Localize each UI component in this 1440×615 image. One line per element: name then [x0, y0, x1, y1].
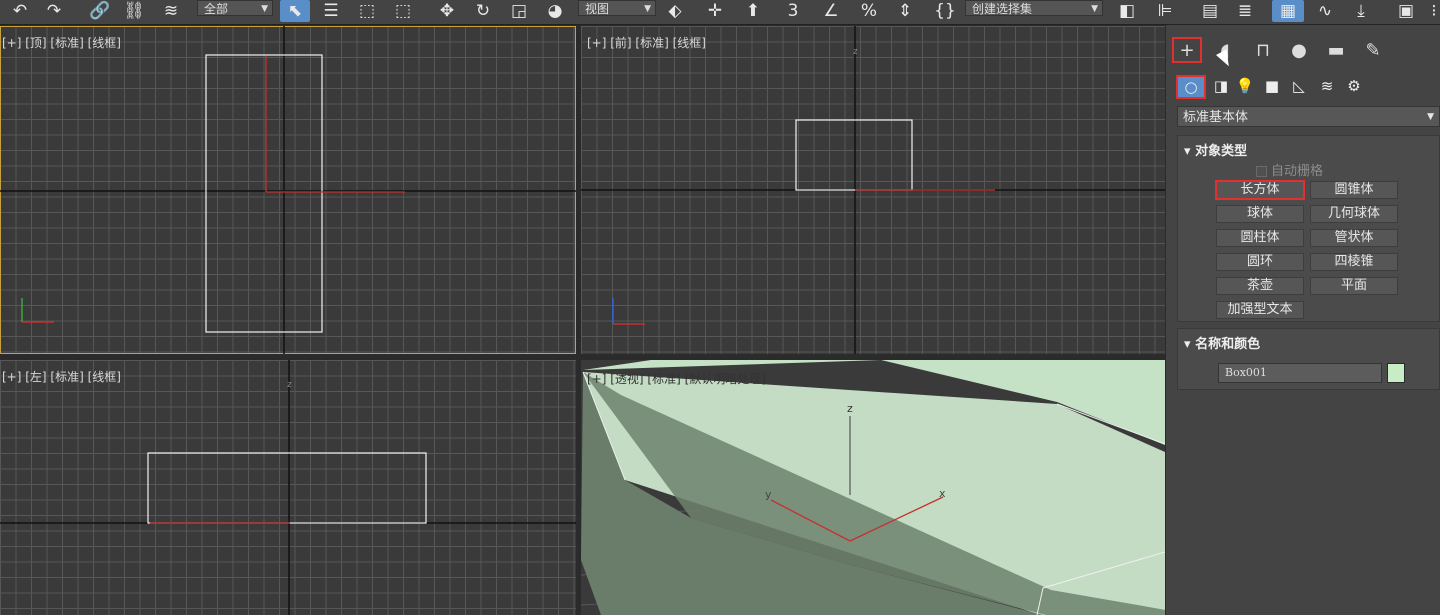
- layer-explorer-icon[interactable]: ▤: [1195, 0, 1225, 22]
- tube-button[interactable]: 管状体: [1310, 229, 1398, 247]
- box-outline-left: [147, 452, 427, 524]
- bind-spacewarp-icon[interactable]: ≋: [156, 0, 186, 22]
- more-icon[interactable]: ⁝: [1428, 0, 1440, 22]
- select-manipulate-icon[interactable]: ✛: [700, 0, 730, 22]
- layers-icon[interactable]: ≣: [1230, 0, 1260, 22]
- torus-button[interactable]: 圆环: [1216, 253, 1304, 271]
- object-type-rollout: ▾ 对象类型 自动栅格 长方体 圆锥体 球体 几何球体 圆柱体 管状体 圆环 四…: [1177, 135, 1440, 322]
- axis-z-label: z: [847, 402, 853, 415]
- create-tab-icon[interactable]: +: [1172, 37, 1202, 63]
- box-outline-front: [795, 119, 913, 191]
- object-color-swatch[interactable]: [1387, 363, 1405, 383]
- spacewarps-category-icon[interactable]: ≋: [1314, 75, 1340, 97]
- rollout-title[interactable]: ▾ 名称和颜色: [1184, 333, 1260, 352]
- viewport-perspective[interactable]: z y x [+] [透视] [标准] [默认明暗处理]: [581, 360, 1165, 615]
- geometry-category-icon[interactable]: ○: [1176, 75, 1206, 99]
- window-crossing-icon[interactable]: ⬚: [388, 0, 418, 22]
- viewport-left[interactable]: [+] [左] [标准] [线框] z: [0, 360, 576, 615]
- spinner-snap-icon[interactable]: ⇕: [890, 0, 920, 22]
- scale-icon[interactable]: ◲: [504, 0, 534, 22]
- schematic-view-icon[interactable]: ⤓: [1346, 0, 1376, 22]
- main-toolbar: ↶ ↷ 🔗 ⛓ ≋ 全部 ▼ ⬉ ☰ ⬚ ⬚ ✥ ↻ ◲ ◕ 视图 ▼ ⬖ ✛ ⬆ …: [0, 0, 1440, 25]
- ribbon-toggle-icon[interactable]: ▦: [1272, 0, 1304, 22]
- pyramid-button[interactable]: 四棱锥: [1310, 253, 1398, 271]
- reference-coordinate-dropdown[interactable]: 视图 ▼: [578, 0, 656, 16]
- angle-snap-icon[interactable]: ∠: [816, 0, 846, 22]
- viewport-top[interactable]: [+] [顶] [标准] [线框]: [0, 26, 576, 354]
- lights-category-icon[interactable]: 💡: [1232, 75, 1258, 97]
- plane-button[interactable]: 平面: [1310, 277, 1398, 295]
- box-outline-top: [205, 54, 323, 333]
- object-name-input[interactable]: Box001: [1218, 363, 1382, 383]
- curve-editor-icon[interactable]: ∿: [1310, 0, 1340, 22]
- sphere-button[interactable]: 球体: [1216, 205, 1304, 223]
- move-icon[interactable]: ✥: [432, 0, 462, 22]
- box-button[interactable]: 长方体: [1215, 180, 1305, 200]
- viewport-front[interactable]: [+] [前] [标准] [线框] z: [581, 26, 1165, 354]
- geosphere-button[interactable]: 几何球体: [1310, 205, 1398, 223]
- keyboard-shortcut-icon[interactable]: ⬆: [738, 0, 768, 22]
- helpers-category-icon[interactable]: ◺: [1286, 75, 1312, 97]
- name-color-rollout: ▾ 名称和颜色 Box001: [1177, 328, 1440, 390]
- redo-icon[interactable]: ↷: [40, 0, 68, 22]
- axis-y-label: y: [765, 488, 772, 501]
- textplus-button[interactable]: 加强型文本: [1216, 301, 1304, 319]
- cameras-category-icon[interactable]: ■: [1259, 75, 1285, 97]
- select-by-name-icon[interactable]: ☰: [316, 0, 346, 22]
- motion-tab-icon[interactable]: ●: [1284, 37, 1314, 63]
- cylinder-button[interactable]: 圆柱体: [1216, 229, 1304, 247]
- display-tab-icon[interactable]: ▬: [1321, 37, 1351, 63]
- place-icon[interactable]: ◕: [540, 0, 570, 22]
- cone-button[interactable]: 圆锥体: [1310, 181, 1398, 199]
- axis-z-label: z: [287, 380, 292, 390]
- axis-x-label: x: [939, 487, 946, 500]
- axis-z-label: z: [853, 47, 858, 57]
- link-icon[interactable]: 🔗: [86, 0, 114, 22]
- mirror-icon[interactable]: ◧: [1112, 0, 1142, 22]
- rotate-icon[interactable]: ↻: [468, 0, 498, 22]
- select-object-icon[interactable]: ⬉: [280, 0, 310, 22]
- selection-filter-dropdown[interactable]: 全部 ▼: [197, 0, 273, 16]
- undo-icon[interactable]: ↶: [6, 0, 34, 22]
- material-editor-icon[interactable]: ▣: [1390, 0, 1422, 22]
- command-panel: + ◖ ⊓ ● ▬ ✎ ○ ◨ 💡 ■ ◺ ≋ ⚙ 标准基本体 ▼ ▾ 对象类型 …: [1166, 25, 1440, 615]
- snap-3d-icon[interactable]: 3: [778, 0, 808, 22]
- named-selection-dropdown[interactable]: 创建选择集 ▼: [965, 0, 1103, 16]
- auto-grid-checkbox[interactable]: 自动栅格: [1256, 160, 1323, 179]
- percent-snap-icon[interactable]: %: [854, 0, 884, 22]
- teapot-button[interactable]: 茶壶: [1216, 277, 1304, 295]
- systems-category-icon[interactable]: ⚙: [1341, 75, 1367, 97]
- shapes-category-icon[interactable]: ◨: [1208, 75, 1234, 97]
- utilities-tab-icon[interactable]: ✎: [1358, 37, 1388, 63]
- geometry-type-dropdown[interactable]: 标准基本体 ▼: [1177, 106, 1440, 127]
- hierarchy-tab-icon[interactable]: ⊓: [1248, 37, 1278, 63]
- rollout-title[interactable]: ▾ 对象类型: [1184, 140, 1247, 159]
- edit-named-selection-icon[interactable]: {}: [930, 0, 960, 22]
- align-icon[interactable]: ⊫: [1150, 0, 1180, 22]
- unlink-icon[interactable]: ⛓: [120, 0, 148, 22]
- pivot-center-icon[interactable]: ⬖: [660, 0, 690, 22]
- rect-selection-icon[interactable]: ⬚: [352, 0, 382, 22]
- viewport-label[interactable]: [+] [透视] [标准] [默认明暗处理]: [587, 370, 766, 387]
